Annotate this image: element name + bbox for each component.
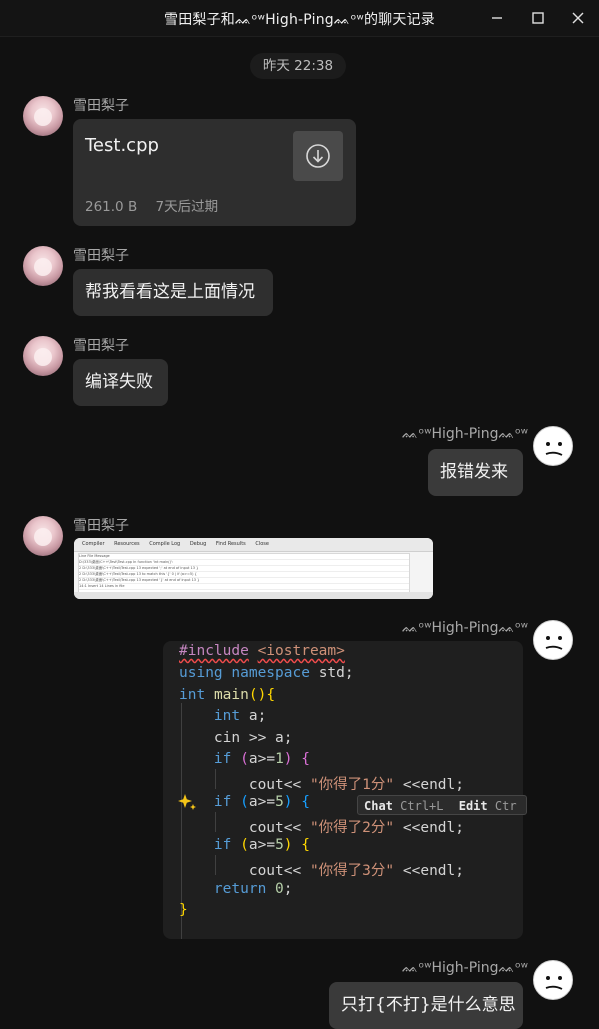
message-bubble[interactable]: 报错发来 [428, 449, 523, 496]
code-line: if (a>=5) { [213, 794, 310, 810]
file-meta: 261.0 B 7天后过期 [85, 195, 232, 215]
window-title: 雪田梨子和ᨐᵒʷHigh-Pingᨐᵒʷ的聊天记录 [164, 12, 435, 28]
code-line: return 0; [213, 881, 293, 897]
edit-hint-shortcut: Ctr [494, 799, 517, 813]
ide-tab: Compile Log [149, 541, 181, 547]
avatar[interactable] [23, 336, 63, 376]
sender-name: ᨐᵒʷHigh-Pingᨐᵒʷ [402, 960, 528, 976]
sparkle-icon[interactable] [178, 793, 198, 817]
sender-name: ᨐᵒʷHigh-Pingᨐᵒʷ [402, 426, 528, 442]
code-line: #include <iostream> [179, 643, 345, 659]
avatar[interactable] [533, 426, 573, 466]
table-row: 14:1 Insert 14 Lines in file [79, 584, 409, 590]
edit-hint-label: Edit [458, 799, 488, 813]
message-bubble[interactable]: 只打{不打}是什么意思 [329, 982, 523, 1029]
chat-hint-shortcut: Ctrl+L [400, 799, 444, 813]
message-bubble[interactable]: 编译失败 [73, 359, 168, 406]
screenshot-image[interactable]: Compiler Resources Compile Log Debug Fin… [74, 538, 433, 599]
inline-chat-hint[interactable]: Chat Ctrl+L Edit Ctr [357, 795, 527, 815]
ide-status-bar [74, 592, 433, 599]
ide-tab: Close [255, 541, 269, 547]
ide-tab: Compiler [82, 541, 105, 547]
ide-tabs: Compiler Resources Compile Log Debug Fin… [74, 538, 433, 552]
code-line: int main(){ [179, 687, 276, 703]
sender-name: 雪田梨子 [73, 338, 129, 354]
sender-name: 雪田梨子 [73, 518, 129, 534]
code-line: int a; [213, 708, 267, 724]
code-line: } [179, 902, 188, 918]
code-line: using namespace std; [179, 665, 354, 681]
sender-name: ᨐᵒʷHigh-Pingᨐᵒʷ [402, 620, 528, 636]
code-line: cout<< "你得了1分" <<endl; [179, 777, 464, 793]
chat-hint-label: Chat [364, 799, 393, 813]
file-expiry: 7天后过期 [155, 199, 219, 215]
file-message[interactable]: Test.cpp 261.0 B 7天后过期 [73, 119, 356, 226]
code-line: if (a>=1) { [213, 751, 310, 767]
minimize-icon[interactable] [487, 8, 507, 28]
code-image[interactable]: #include <iostream> using namespace std;… [163, 641, 523, 939]
download-icon[interactable] [293, 131, 343, 181]
code-line: cout<< "你得了3分" <<endl; [179, 863, 464, 879]
avatar[interactable] [533, 620, 573, 660]
avatar[interactable] [23, 516, 63, 556]
file-name: Test.cpp [85, 135, 159, 156]
ide-tab: Find Results [215, 541, 246, 547]
sender-name: 雪田梨子 [73, 248, 129, 264]
file-size: 261.0 B [85, 199, 138, 215]
avatar[interactable] [23, 96, 63, 136]
code-line: cin >> a; [179, 730, 293, 746]
avatar[interactable] [533, 960, 573, 1000]
ide-tab: Resources [114, 541, 140, 547]
sender-name: 雪田梨子 [73, 98, 129, 114]
close-icon[interactable] [568, 8, 588, 28]
ide-error-table: Line File Message D:\333\桌面\C++\Test\Tes… [78, 553, 410, 593]
ide-tab: Debug [189, 541, 207, 547]
title-bar: 雪田梨子和ᨐᵒʷHigh-Pingᨐᵒʷ的聊天记录 [0, 0, 599, 37]
message-bubble[interactable]: 帮我看看这是上面情况 [73, 269, 273, 316]
code-line: cout<< "你得了2分" <<endl; [179, 820, 464, 836]
avatar[interactable] [23, 246, 63, 286]
message-timestamp: 昨天 22:38 [250, 53, 346, 79]
code-line: if (a>=5) { [213, 837, 310, 853]
maximize-icon[interactable] [528, 8, 548, 28]
